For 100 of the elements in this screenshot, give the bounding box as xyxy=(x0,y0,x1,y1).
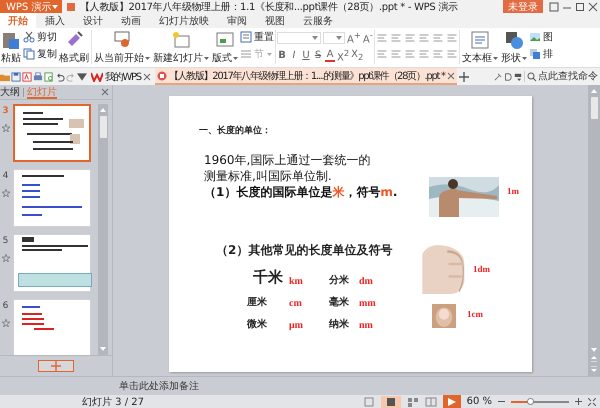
print-icon[interactable] xyxy=(33,72,43,82)
size-caption: 1dm xyxy=(473,264,490,274)
panel-tab[interactable]: 大纲 xyxy=(0,85,20,99)
unit-name: 千米 xyxy=(252,268,284,287)
new-slide-button[interactable]: 新建幻灯片 xyxy=(152,30,210,65)
reset-button[interactable]: 重置 xyxy=(240,30,274,44)
unit-name: 毫米 xyxy=(329,295,350,309)
document-tab[interactable]: 【人教版】2017年八年级物理上册：1....的测量》ppt课件（28页）.ppt * xyxy=(154,68,457,85)
add-slide-button[interactable] xyxy=(38,360,74,372)
slide-sorter-icon[interactable] xyxy=(406,396,419,406)
menu-tab[interactable]: 设计 xyxy=(74,13,112,28)
command-search-field[interactable]: 点此查找命令 xyxy=(524,71,600,82)
font-name-field[interactable] xyxy=(277,32,321,44)
menu-tab[interactable]: 幻灯片放映 xyxy=(150,13,218,28)
slideshow-button[interactable] xyxy=(442,395,461,408)
folder-icon[interactable] xyxy=(0,72,10,82)
align-left-icon[interactable] xyxy=(376,49,388,59)
play-from-current-button[interactable]: 从当前开始 xyxy=(93,30,151,65)
copy-button[interactable]: 复制 xyxy=(23,47,57,61)
caret-icon xyxy=(522,56,527,60)
decrease-indent-icon[interactable] xyxy=(404,33,416,43)
pdf-icon[interactable] xyxy=(22,72,32,82)
menu-tab[interactable]: 视图 xyxy=(256,13,294,28)
copy-icon xyxy=(23,48,35,60)
skin-icon[interactable] xyxy=(549,2,559,12)
maximize-icon[interactable] xyxy=(575,2,585,12)
font-style-button[interactable]: B xyxy=(277,50,287,61)
arrange-button[interactable]: 排 xyxy=(528,47,553,61)
star-icon[interactable] xyxy=(2,319,10,327)
layout-button[interactable]: 版式 xyxy=(211,30,239,65)
notes-view-icon[interactable] xyxy=(362,396,375,406)
wps-logo-icon xyxy=(91,72,103,82)
star-icon[interactable] xyxy=(2,189,10,197)
increase-indent-icon[interactable] xyxy=(418,33,430,43)
text-box-button[interactable]: 文本框 xyxy=(460,30,499,65)
script-button[interactable]: X$^{2}$ xyxy=(337,48,350,64)
font-style-button[interactable]: U xyxy=(301,50,311,61)
caret-icon xyxy=(336,36,342,40)
previous-slide-icon[interactable] xyxy=(591,356,597,362)
scroll-down-icon[interactable] xyxy=(591,348,597,352)
slide-thumbnail[interactable] xyxy=(13,104,91,162)
slide-thumbnail[interactable] xyxy=(13,234,91,292)
font-size-field[interactable] xyxy=(323,32,345,44)
align-text-icon[interactable] xyxy=(446,33,458,43)
zoom-out-icon[interactable] xyxy=(498,398,505,405)
star-icon[interactable] xyxy=(2,254,10,262)
font-size-button[interactable]: A$^{-}$ xyxy=(362,30,373,46)
menu-tab[interactable]: 云服务 xyxy=(294,13,342,28)
scroll-thumb[interactable] xyxy=(590,97,598,119)
star-icon[interactable] xyxy=(2,124,10,132)
slide-thumbnail[interactable] xyxy=(13,169,91,227)
scroll-down-icon[interactable] xyxy=(100,347,106,351)
close-icon[interactable] xyxy=(588,2,598,12)
zoom-in-icon[interactable] xyxy=(575,398,582,405)
document-tab[interactable]: 我的WPS xyxy=(89,68,153,85)
bullet-list-icon[interactable] xyxy=(376,33,388,43)
scrollbar[interactable] xyxy=(98,104,108,355)
close-icon[interactable] xyxy=(101,88,109,96)
save-icon[interactable] xyxy=(11,72,21,82)
shapes-button[interactable]: 形状 xyxy=(500,30,528,65)
line-spacing-icon[interactable] xyxy=(446,49,458,59)
align-center-icon[interactable] xyxy=(390,49,402,59)
section-icon xyxy=(240,48,252,60)
paste-button[interactable]: 粘贴 xyxy=(0,30,22,65)
menu-tab[interactable]: 动画 xyxy=(112,13,150,28)
cut-button[interactable]: 剪切 xyxy=(23,30,57,44)
fit-window-icon[interactable] xyxy=(588,398,596,406)
unit-name: 厘米 xyxy=(247,296,268,309)
menu-tab[interactable]: 审阅 xyxy=(218,13,256,28)
numbered-list-icon[interactable] xyxy=(390,33,402,43)
slide-thumbnail[interactable] xyxy=(13,299,91,355)
normal-view-icon[interactable] xyxy=(380,396,401,408)
distribute-icon[interactable] xyxy=(432,49,444,59)
justify-icon[interactable] xyxy=(418,49,430,59)
scroll-thumb[interactable] xyxy=(100,116,106,138)
tool-icon[interactable] xyxy=(494,72,502,80)
scroll-up-icon[interactable] xyxy=(100,108,106,112)
format-painter-button[interactable]: 格式刷 xyxy=(58,30,90,65)
close-icon[interactable] xyxy=(446,72,455,80)
align-right-icon[interactable] xyxy=(404,49,416,59)
text-direction-icon[interactable] xyxy=(432,33,444,43)
scroll-up-icon[interactable] xyxy=(591,89,597,93)
caret-icon[interactable] xyxy=(77,72,87,82)
close-icon[interactable] xyxy=(142,72,151,80)
size-caption: 1cm xyxy=(467,309,483,319)
unit-symbol: km xyxy=(289,276,304,287)
reading-view-icon[interactable] xyxy=(424,396,437,406)
new-tab-icon[interactable] xyxy=(458,72,469,82)
font-size-button[interactable]: A$^{+}$ xyxy=(347,30,361,46)
undo-icon[interactable] xyxy=(55,72,65,82)
scrollbar[interactable] xyxy=(588,85,600,376)
menu-tab[interactable]: 插入 xyxy=(36,13,74,28)
script-button[interactable]: X$_{2}$ xyxy=(351,49,364,62)
next-slide-icon[interactable] xyxy=(591,366,597,372)
font-color-button[interactable]: A xyxy=(325,50,335,62)
font-style-button[interactable]: S xyxy=(313,50,323,61)
layout-menu-icon[interactable] xyxy=(514,72,522,80)
picture-button[interactable]: 图 xyxy=(528,30,553,44)
font-style-button[interactable]: I xyxy=(289,50,299,61)
slide-number: 4 xyxy=(2,171,8,181)
